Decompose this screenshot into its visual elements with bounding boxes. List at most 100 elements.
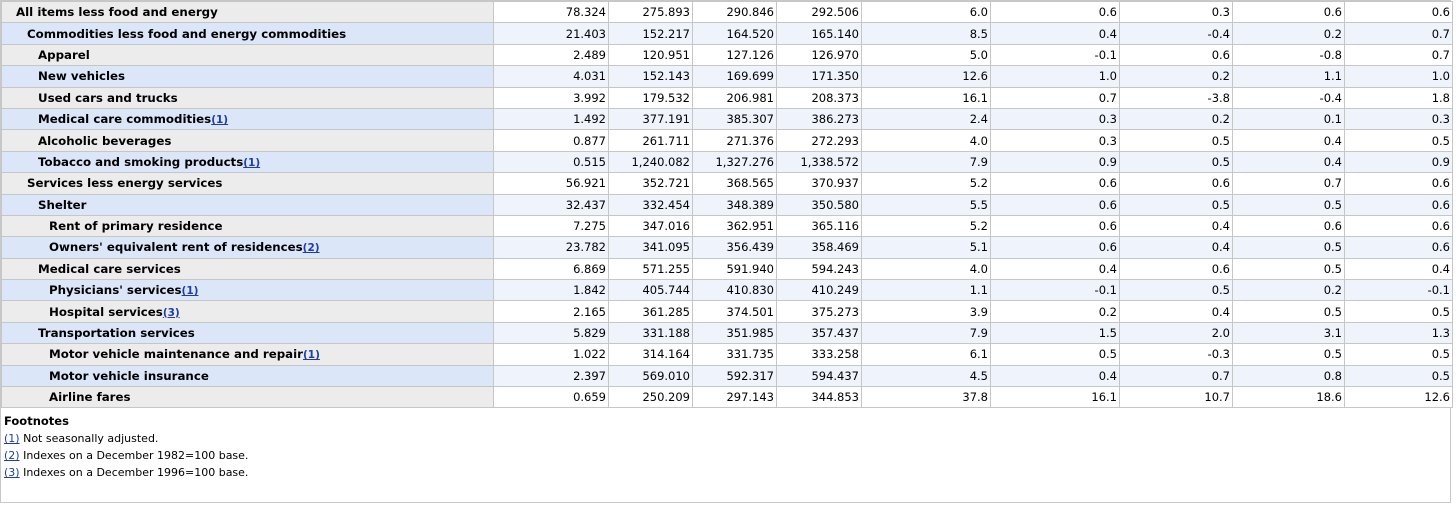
value-cell: 0.5	[1344, 364, 1453, 388]
value-cell: 0.877	[493, 129, 609, 152]
table-body: All items less food and energy 78.324 275.…	[1, 0, 1453, 409]
value-cell: 7.9	[861, 150, 991, 174]
value-cell: 0.5	[1119, 193, 1233, 216]
value-cell: 0.2	[1119, 107, 1233, 131]
value-cell: 0.515	[493, 150, 609, 174]
value-cell: 0.6	[1119, 172, 1233, 195]
value-cell: 386.273	[776, 107, 862, 131]
footnote-ref-link[interactable]: (3)	[163, 307, 180, 319]
row-label: All items less food and energy	[16, 5, 218, 20]
footnote-ref-link[interactable]: (1)	[303, 349, 320, 361]
footnote-ref-link[interactable]: (1)	[243, 157, 260, 169]
value-cell: 3.1	[1232, 321, 1345, 345]
row-label: Commodities less food and energy commodi…	[27, 26, 347, 41]
value-cell: 169.699	[692, 65, 777, 88]
value-cell: 594.437	[776, 364, 862, 388]
value-cell: 0.9	[1344, 150, 1453, 174]
row-label-cell: Rent of primary residence	[1, 214, 494, 238]
value-cell: 12.6	[861, 65, 991, 88]
value-cell: -0.1	[990, 279, 1120, 302]
row-label: Medical care commodities	[38, 112, 212, 127]
footnote-ref-link[interactable]: (1)	[182, 285, 199, 297]
row-label-cell: Used cars and trucks	[1, 86, 494, 109]
value-cell: 1,338.572	[776, 150, 862, 174]
row-label-cell: Owners' equivalent rent of residences(2)	[1, 236, 494, 259]
table-row: Hospital services(3) 2.165 361.285 374.501 3…	[1, 300, 1453, 323]
value-cell: 0.4	[1232, 150, 1345, 174]
value-cell: 348.389	[692, 193, 777, 216]
footnote-text: Not seasonally adjusted.	[19, 432, 159, 446]
value-cell: 0.5	[1344, 343, 1453, 366]
value-cell: 1.492	[493, 107, 609, 131]
table-row: Services less energy services 56.921 352.7…	[1, 172, 1453, 195]
value-cell: 290.846	[692, 0, 777, 24]
value-cell: 1.8	[1344, 86, 1453, 109]
row-label-cell: Tobacco and smoking products(1)	[1, 150, 494, 174]
value-cell: 0.4	[990, 364, 1120, 388]
footnote-ref-link[interactable]: (2)	[303, 242, 320, 254]
row-label: Motor vehicle maintenance and repair	[49, 347, 303, 362]
table-row: Medical care services 6.869 571.255 591.940…	[1, 257, 1453, 281]
value-cell: 0.8	[1232, 364, 1345, 388]
value-cell: 120.951	[608, 43, 693, 67]
value-cell: 594.243	[776, 257, 862, 281]
footnote-text: Indexes on a December 1982=100 base.	[19, 449, 249, 463]
table-row: Apparel 2.489 120.951 127.126 126.970 5.0 -0.1…	[1, 43, 1453, 67]
value-cell: -0.4	[1119, 22, 1233, 45]
row-label: Medical care services	[38, 261, 181, 276]
table-row: Rent of primary residence 7.275 347.016 362…	[1, 214, 1453, 238]
table-row: Tobacco and smoking products(1) 0.515 1,24…	[1, 150, 1453, 174]
row-label: Transportation services	[38, 326, 195, 341]
row-label-cell: Motor vehicle maintenance and repair(1)	[1, 343, 494, 366]
value-cell: 410.830	[692, 279, 777, 302]
table-row: Medical care commodities(1) 1.492 377.191 3…	[1, 107, 1453, 131]
value-cell: 385.307	[692, 107, 777, 131]
row-label: Physicians' services	[49, 283, 182, 298]
value-cell: -0.8	[1232, 43, 1345, 67]
value-cell: 0.3	[990, 107, 1120, 131]
value-cell: 0.1	[1232, 107, 1345, 131]
value-cell: 332.454	[608, 193, 693, 216]
value-cell: 126.970	[776, 43, 862, 67]
value-cell: 272.293	[776, 129, 862, 152]
value-cell: 2.165	[493, 300, 609, 323]
footnote-ref-link[interactable]: (1)	[211, 114, 228, 126]
value-cell: 0.4	[1344, 257, 1453, 281]
value-cell: 152.143	[608, 65, 693, 88]
row-label-cell: Medical care services	[1, 257, 494, 281]
row-label: Shelter	[38, 197, 87, 212]
value-cell: 344.853	[776, 386, 862, 409]
value-cell: 1.0	[990, 65, 1120, 88]
value-cell: 569.010	[608, 364, 693, 388]
value-cell: 4.5	[861, 364, 991, 388]
value-cell: 374.501	[692, 300, 777, 323]
value-cell: 6.1	[861, 343, 991, 366]
row-label: Motor vehicle insurance	[49, 368, 209, 383]
value-cell: 152.217	[608, 22, 693, 45]
value-cell: 356.439	[692, 236, 777, 259]
footnote-item: (2) Indexes on a December 1982=100 base.	[4, 447, 1447, 464]
table-row: Airline fares 0.659 250.209 297.143 344.853 3…	[1, 386, 1453, 409]
row-label: Hospital services	[49, 304, 163, 319]
value-cell: 21.403	[493, 22, 609, 45]
value-cell: 0.7	[1232, 172, 1345, 195]
value-cell: 23.782	[493, 236, 609, 259]
value-cell: 275.893	[608, 0, 693, 24]
footnote-link[interactable]: (2)	[4, 449, 20, 462]
row-label-cell: Apparel	[1, 43, 494, 67]
value-cell: 0.6	[1344, 236, 1453, 259]
value-cell: 18.6	[1232, 386, 1345, 409]
value-cell: 0.2	[1232, 22, 1345, 45]
value-cell: 0.6	[990, 172, 1120, 195]
value-cell: 405.744	[608, 279, 693, 302]
value-cell: 0.6	[990, 0, 1120, 24]
table-row: Motor vehicle maintenance and repair(1) 1…	[1, 343, 1453, 366]
row-label-cell: Hospital services(3)	[1, 300, 494, 323]
value-cell: 0.7	[1344, 22, 1453, 45]
value-cell: 4.0	[861, 129, 991, 152]
value-cell: 377.191	[608, 107, 693, 131]
value-cell: 0.6	[1119, 43, 1233, 67]
footnote-link[interactable]: (1)	[4, 432, 20, 445]
table-row: Alcoholic beverages 0.877 261.711 271.376 27…	[1, 129, 1453, 152]
footnote-link[interactable]: (3)	[4, 466, 20, 479]
